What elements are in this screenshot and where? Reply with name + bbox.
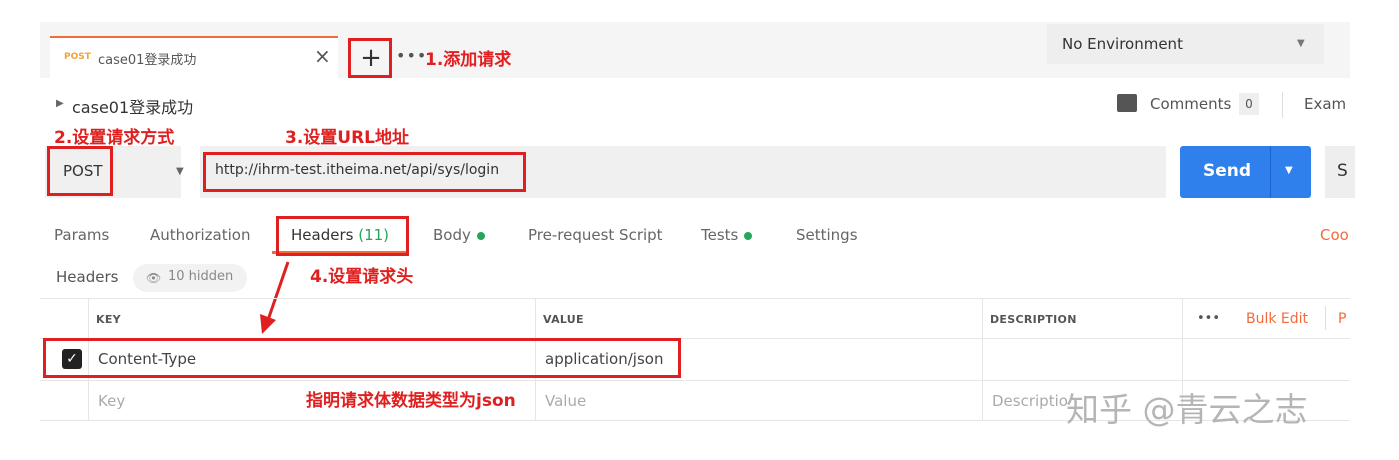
tab-method: POST [64, 52, 91, 62]
send-label: Send [1203, 161, 1252, 181]
annotation-set-method: 2.设置请求方式 [54, 128, 175, 148]
more-options-icon[interactable]: ••• [1197, 311, 1220, 326]
tab-tests-label: Tests [701, 226, 739, 244]
annotation-box-url [203, 152, 526, 192]
new-value-input[interactable]: Value [545, 392, 586, 410]
comments-icon[interactable] [1117, 94, 1137, 112]
annotation-box-add [348, 38, 392, 78]
divider [1282, 92, 1283, 118]
tab-params[interactable]: Params [54, 226, 109, 244]
new-key-input[interactable]: Key [98, 392, 125, 410]
collapse-caret-icon[interactable]: ▶ [56, 98, 64, 109]
chevron-down-icon: ▼ [1297, 38, 1305, 49]
tab-title: case01登录成功 [98, 53, 197, 68]
eye-icon: 👁 [146, 271, 162, 285]
bulk-edit-link[interactable]: Bulk Edit [1246, 311, 1308, 327]
annotation-add-request: 1.添加请求 [425, 50, 512, 70]
status-dot-icon [744, 231, 753, 240]
chevron-down-icon: ▼ [176, 166, 184, 177]
more-tabs-icon[interactable]: ••• [396, 46, 427, 65]
tab-settings[interactable]: Settings [796, 226, 858, 244]
annotation-json-note: 指明请求体数据类型为json [306, 391, 516, 411]
annotation-set-headers: 4.设置请求头 [310, 267, 414, 287]
table-divider [982, 298, 983, 420]
tab-body-label: Body [433, 226, 471, 244]
status-dot-icon [476, 231, 485, 240]
request-name: case01登录成功 [72, 98, 194, 117]
divider [1325, 306, 1326, 330]
send-divider [1270, 146, 1271, 198]
column-header-value: VALUE [543, 313, 584, 326]
headers-section-label: Headers [56, 268, 119, 286]
environment-label: No Environment [1062, 35, 1183, 53]
annotation-box-header-row [43, 338, 681, 378]
close-tab-icon[interactable]: × [314, 44, 331, 68]
hidden-headers-label: 10 hidden [168, 269, 234, 284]
comments-label[interactable]: Comments [1150, 95, 1231, 113]
watermark: 知乎 @青云之志 [1066, 390, 1308, 429]
tab-pre-request-script[interactable]: Pre-request Script [528, 226, 663, 244]
annotation-set-url: 3.设置URL地址 [285, 128, 410, 148]
presets-link[interactable]: P [1338, 311, 1346, 327]
table-row-border [40, 380, 1350, 381]
send-options-icon[interactable]: ▼ [1285, 165, 1293, 176]
cookies-link[interactable]: Coo [1320, 226, 1349, 244]
comments-count: 0 [1239, 93, 1259, 115]
annotation-box-headers [276, 216, 409, 256]
tab-authorization[interactable]: Authorization [150, 226, 250, 244]
column-header-description: DESCRIPTION [990, 313, 1077, 326]
examples-link[interactable]: Exam [1304, 95, 1346, 113]
tab-tests[interactable]: Tests [701, 226, 753, 244]
tab-body[interactable]: Body [433, 226, 485, 244]
new-description-input[interactable]: Descriptio [992, 392, 1068, 410]
save-label: S [1337, 161, 1348, 181]
annotation-box-method [47, 146, 113, 196]
column-header-key: KEY [96, 313, 121, 326]
table-border [40, 298, 1350, 299]
